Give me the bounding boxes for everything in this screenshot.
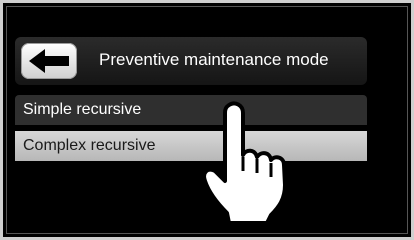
pointing-hand-icon	[202, 101, 287, 225]
page-title: Preventive maintenance mode	[99, 50, 329, 69]
back-button[interactable]	[21, 43, 77, 79]
menu-item-simple-recursive[interactable]: Simple recursive	[15, 95, 367, 125]
arrow-left-icon	[29, 49, 69, 73]
title-bar: Preventive maintenance mode	[15, 37, 367, 85]
menu-item-complex-recursive[interactable]: Complex recursive	[15, 131, 367, 161]
device-screen: Preventive maintenance mode Simple recur…	[0, 0, 414, 240]
